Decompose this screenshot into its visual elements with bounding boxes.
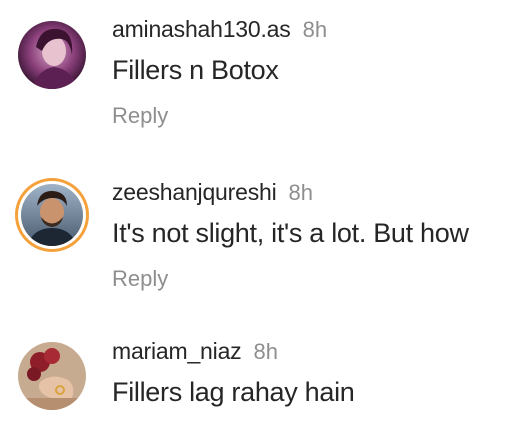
- avatar[interactable]: [21, 184, 83, 246]
- username[interactable]: zeeshanjqureshi: [112, 179, 277, 206]
- comment-body: zeeshanjqureshi 8h It's not slight, it's…: [112, 179, 520, 292]
- username[interactable]: aminashah130.as: [112, 16, 291, 43]
- comment-text: Fillers lag rahay hain: [112, 377, 355, 407]
- timestamp: 8h: [288, 180, 313, 205]
- reply-button[interactable]: Reply: [112, 103, 168, 129]
- avatar[interactable]: [18, 342, 86, 410]
- comment-text: It's not slight, it's a lot. But how: [112, 218, 469, 248]
- timestamp: 8h: [302, 17, 328, 42]
- avatar-image: [21, 184, 83, 246]
- avatar-image: [18, 342, 86, 410]
- comment-meta: mariam_niaz 8h: [112, 338, 520, 365]
- comment-body: mariam_niaz 8h Fillers lag rahay hain: [112, 338, 520, 408]
- timestamp: 8h: [253, 339, 278, 364]
- avatar[interactable]: [18, 21, 86, 89]
- comment-body: aminashah130.as 8h Fillers n Botox Reply: [112, 16, 520, 129]
- comment-text: Fillers n Botox: [112, 55, 279, 85]
- comment-meta: zeeshanjqureshi 8h: [112, 179, 520, 206]
- comment-meta: aminashah130.as 8h: [112, 16, 520, 43]
- reply-button[interactable]: Reply: [112, 266, 168, 292]
- username[interactable]: mariam_niaz: [112, 338, 242, 365]
- avatar-image: [18, 21, 86, 89]
